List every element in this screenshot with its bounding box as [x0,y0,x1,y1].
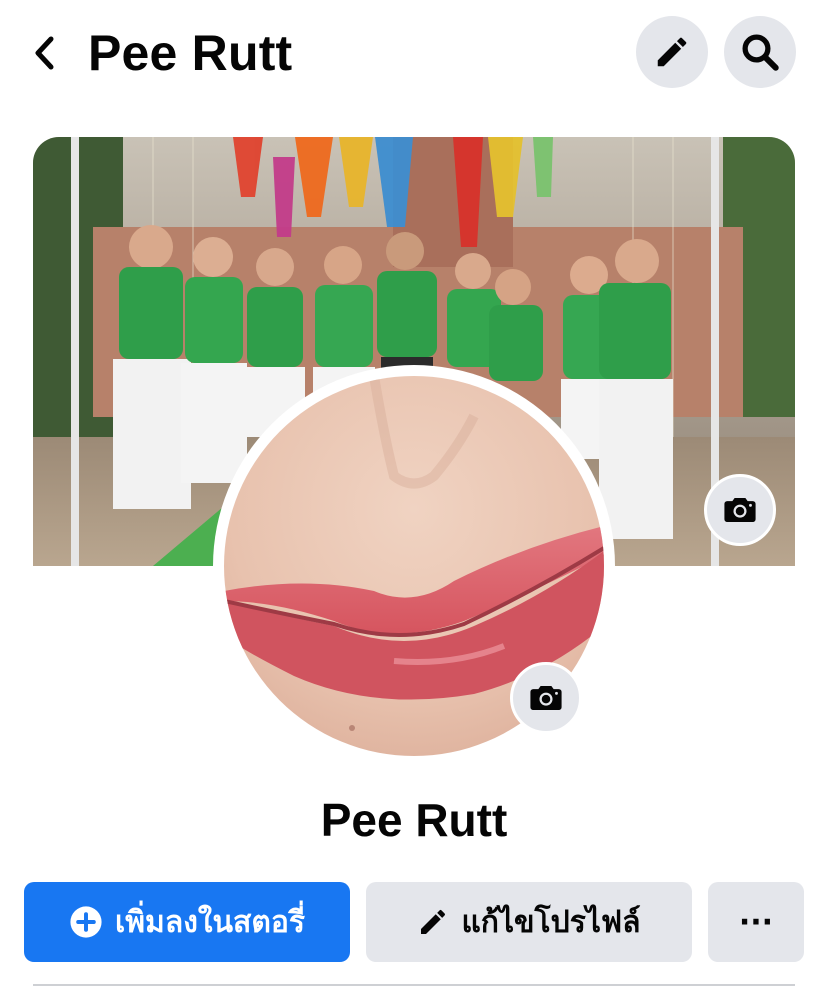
profile-camera-button[interactable] [510,662,582,734]
more-options-button[interactable]: ··· [708,882,804,962]
camera-icon [530,685,562,711]
edit-profile-button[interactable]: แก้ไขโปรไฟล์ [366,882,692,962]
add-to-story-button[interactable]: เพิ่มลงในสตอรี่ [24,882,350,962]
divider [33,984,795,986]
add-to-story-label: เพิ่มลงในสตอรี่ [115,904,305,940]
back-button[interactable] [22,28,66,78]
top-bar: Pee Rutt [0,0,828,110]
edit-button[interactable] [636,16,708,88]
search-button[interactable] [724,16,796,88]
pencil-icon [657,37,687,67]
page-title: Pee Rutt [88,25,293,81]
profile-screen: Pee Rutt Pee Rutt เพิ่มลงในสตอรี่ แก้ไขโ… [0,0,828,990]
cover-camera-button[interactable] [704,474,776,546]
camera-icon [724,497,756,523]
pencil-icon [417,906,449,938]
chevron-left-icon [35,36,54,70]
profile-name: Pee Rutt [320,794,508,846]
edit-profile-label: แก้ไขโปรไฟล์ [461,904,641,940]
more-options-label: ··· [738,904,774,940]
plus-circle-icon [69,905,103,939]
search-icon [742,34,779,71]
